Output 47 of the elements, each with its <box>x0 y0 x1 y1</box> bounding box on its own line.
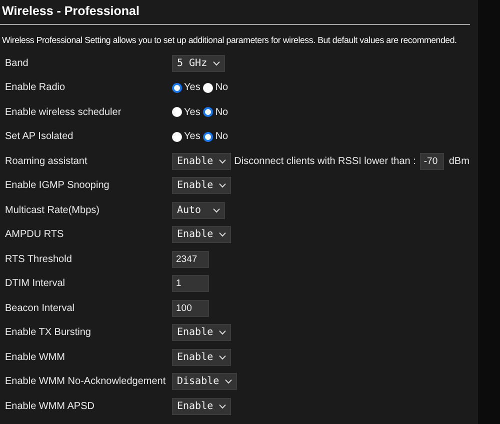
dropdown[interactable]: Disable <box>172 373 238 390</box>
setting-label: Enable WMM No-Acknowledgement <box>4 376 167 388</box>
dropdown[interactable]: 5 GHz <box>172 54 226 72</box>
input-field[interactable]: 1 <box>172 275 209 292</box>
setting-label: Roaming assistant <box>4 156 88 167</box>
caret-icon <box>219 404 226 409</box>
radio-option[interactable]: No <box>203 82 228 94</box>
caret-icon <box>225 379 232 384</box>
caret-icon <box>219 232 226 238</box>
caret-icon <box>213 60 220 66</box>
radio-option[interactable]: No <box>203 131 228 142</box>
setting-label: Enable TX Bursting <box>4 327 92 338</box>
dropdown[interactable]: Enable <box>172 398 232 415</box>
setting-label: RTS Threshold <box>4 254 73 265</box>
setting-label: Beacon Interval <box>4 302 76 314</box>
dropdown[interactable]: Enable <box>172 324 232 342</box>
radio-option[interactable]: Yes <box>172 82 200 94</box>
setting-label: Enable IGMP Snooping <box>4 180 110 192</box>
setting-label: AMPDU RTS <box>4 229 65 240</box>
setting-label: Enable Radio <box>4 82 66 94</box>
dropdown[interactable]: Enable <box>172 226 232 244</box>
setting-label: Multicast Rate(Mbps) <box>4 204 100 216</box>
rssi-label: Disconnect clients with RSSI lower than : <box>234 156 416 167</box>
dropdown[interactable]: Enable <box>172 177 232 194</box>
setting-label: DTIM Interval <box>4 278 66 290</box>
input-field[interactable]: 2347 <box>172 250 209 268</box>
radio-option[interactable]: Yes <box>172 106 200 118</box>
rssi-field[interactable]: -70 <box>420 152 444 170</box>
setting-label: Band <box>4 58 30 69</box>
dropdown[interactable]: Auto <box>172 202 225 219</box>
setting-label: Enable WMM <box>4 352 66 363</box>
caret-icon <box>219 158 226 164</box>
caret-icon <box>213 208 220 213</box>
input-field[interactable]: 100 <box>172 300 209 317</box>
radio-option[interactable]: Yes <box>172 131 200 142</box>
dropdown[interactable]: Enable <box>172 348 232 366</box>
description-text: Wireless Professional Setting allows you to set up additional parameters for wireless. But default values are recommended. <box>1 34 458 47</box>
setting-label: Enable wireless scheduler <box>4 106 122 118</box>
setting-label: Enable WMM APSD <box>4 400 96 412</box>
unit-label: dBm <box>448 156 470 167</box>
setting-label: Set AP Isolated <box>4 131 74 142</box>
page-title: Wireless - Professional <box>0 4 470 25</box>
caret-icon <box>219 354 226 360</box>
radio-option[interactable]: No <box>203 106 228 118</box>
caret-icon <box>219 330 226 336</box>
dropdown[interactable]: Enable <box>172 152 232 170</box>
caret-icon <box>219 183 226 188</box>
